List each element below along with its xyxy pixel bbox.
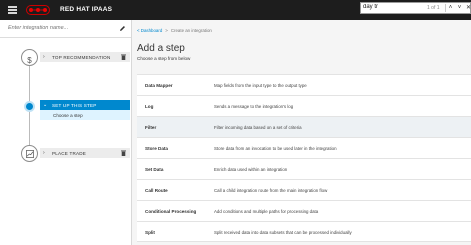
- step-option-description: Sends a message to the integration's log: [214, 104, 294, 109]
- step-option-log[interactable]: Log Sends a message to the integration's…: [137, 95, 471, 116]
- step-option-description: Call a child integration route from the …: [214, 188, 328, 193]
- step-option-call-route[interactable]: Call Route Call a child integration rout…: [137, 179, 471, 200]
- step-list: Data Mapper Map fields from the input ty…: [137, 74, 471, 242]
- step-option-description: Enrich data used within an integration: [214, 167, 288, 172]
- step-option-filter[interactable]: Filter Filter incoming data based on a s…: [137, 116, 471, 137]
- step-label: TOP RECOMMENDATION: [52, 54, 111, 60]
- step-option-description: Split received data into data subsets th…: [214, 230, 352, 235]
- find-match-count: 1 of 1: [427, 5, 440, 11]
- page-title: Add a step: [137, 43, 185, 54]
- trash-icon[interactable]: [121, 54, 126, 60]
- step-connection-icon[interactable]: $: [21, 49, 38, 66]
- step-option-name: Conditional Processing: [145, 209, 197, 214]
- step-label: SET UP THIS STEP: [52, 102, 97, 108]
- flow-connector-line: [29, 112, 30, 145]
- brand-logo-icon: [26, 5, 50, 15]
- pencil-icon[interactable]: [119, 25, 126, 32]
- find-close-button[interactable]: ✕: [464, 4, 471, 12]
- dollar-icon: $: [27, 56, 32, 65]
- step-label: PLACE TRADE: [52, 150, 87, 156]
- chevron-down-icon: ⌄: [43, 102, 48, 108]
- step-option-name: Data Mapper: [145, 83, 173, 88]
- find-previous-button[interactable]: ˄: [445, 4, 455, 12]
- sidebar-step-place-trade[interactable]: › PLACE TRADE: [40, 148, 130, 158]
- chevron-right-icon: ›: [43, 54, 45, 60]
- step-option-conditional-processing[interactable]: Conditional Processing Add conditions an…: [137, 200, 471, 221]
- breadcrumb: < Dashboard > Create an integration: [137, 28, 212, 33]
- hamburger-menu-icon[interactable]: [8, 6, 17, 14]
- sidebar-step-set-up[interactable]: ⌄ SET UP THIS STEP: [40, 100, 130, 110]
- find-next-button[interactable]: ˅: [455, 4, 464, 12]
- trash-icon[interactable]: [121, 150, 126, 156]
- page-subtitle: Choose a step from below: [137, 56, 191, 61]
- step-option-store-data[interactable]: Store Data Store data from an invocation…: [137, 137, 471, 158]
- brand-name: RED HAT IPAAS: [60, 6, 113, 13]
- step-option-description: Filter incoming data based on a set of c…: [214, 125, 302, 130]
- step-option-description: Store data from an invocation to be used…: [214, 146, 337, 151]
- chevron-right-icon: ›: [43, 150, 45, 156]
- step-option-split[interactable]: Split Split received data into data subs…: [137, 221, 471, 242]
- sidebar-divider: [0, 37, 131, 38]
- breadcrumb-separator: >: [165, 28, 168, 33]
- substep-label: Choose a step: [53, 112, 83, 118]
- step-option-data-mapper[interactable]: Data Mapper Map fields from the input ty…: [137, 74, 471, 95]
- step-option-description: Add conditions and multiple paths for pr…: [214, 209, 319, 214]
- find-input[interactable]: [363, 4, 423, 10]
- sidebar-step-top-recommendation[interactable]: › TOP RECOMMENDATION: [40, 52, 130, 62]
- step-option-set-data[interactable]: Set Data Enrich data used within an inte…: [137, 158, 471, 179]
- integration-sidebar: $ › TOP RECOMMENDATION ⌄ SET UP THIS STE…: [0, 20, 132, 245]
- step-option-name: Set Data: [145, 167, 164, 172]
- integration-name-input[interactable]: [8, 25, 118, 31]
- find-bar: 1 of 1 ˄ ˅ ✕: [360, 2, 471, 14]
- step-option-name: Log: [145, 104, 154, 109]
- step-option-name: Call Route: [145, 188, 168, 193]
- step-connection-icon[interactable]: [21, 145, 38, 162]
- step-option-description: Map fields from the input type to the ou…: [214, 83, 307, 88]
- breadcrumb-dashboard-link[interactable]: < Dashboard: [137, 28, 162, 33]
- breadcrumb-current: Create an integration: [170, 28, 212, 33]
- active-step-indicator: [24, 101, 35, 112]
- chart-icon: [25, 150, 34, 158]
- step-option-name: Store Data: [145, 146, 168, 151]
- flow-connector-line: [29, 66, 30, 101]
- step-option-name: Filter: [145, 125, 157, 130]
- sidebar-substep-choose[interactable]: Choose a step: [40, 110, 130, 120]
- step-option-name: Split: [145, 230, 155, 235]
